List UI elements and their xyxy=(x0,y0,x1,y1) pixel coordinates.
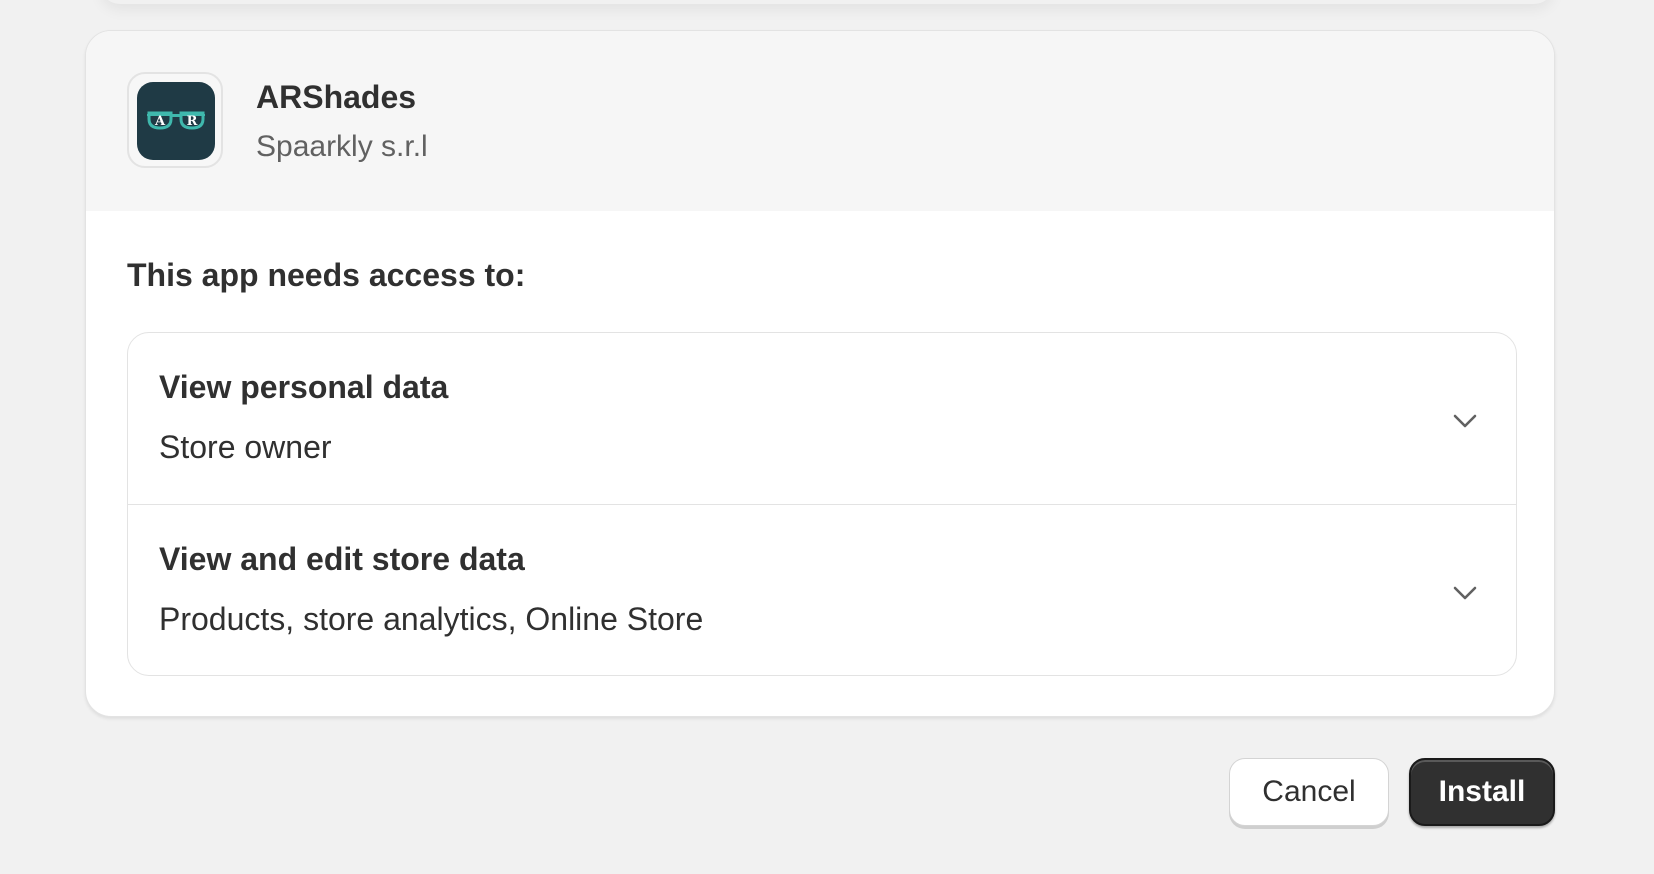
install-app-card: A R ARShades Spaarkly s.r.l This app nee… xyxy=(85,30,1555,717)
chevron-down-icon[interactable] xyxy=(1450,406,1480,436)
permission-store-data[interactable]: View and edit store data Products, store… xyxy=(128,505,1516,675)
permissions-list: View personal data Store owner View and … xyxy=(127,332,1517,676)
permission-title: View and edit store data xyxy=(159,541,525,577)
permission-title: View personal data xyxy=(159,369,449,405)
chevron-down-icon[interactable] xyxy=(1450,578,1480,608)
app-header: A R ARShades Spaarkly s.r.l xyxy=(86,31,1554,211)
logo-letter-r: R xyxy=(187,114,198,129)
permission-personal-data[interactable]: View personal data Store owner xyxy=(128,333,1516,505)
logo-letter-a: A xyxy=(154,114,166,129)
permission-description: Products, store analytics, Online Store xyxy=(159,601,704,637)
app-icon-frame: A R xyxy=(127,72,223,168)
permission-description: Store owner xyxy=(159,429,332,465)
app-developer: Spaarkly s.r.l xyxy=(256,130,428,163)
previous-card-edge xyxy=(100,0,1554,4)
cancel-button[interactable]: Cancel xyxy=(1229,758,1389,826)
glasses-logo-icon: A R xyxy=(137,82,215,160)
app-name: ARShades xyxy=(256,79,417,115)
install-button[interactable]: Install xyxy=(1409,758,1555,826)
access-heading: This app needs access to: xyxy=(127,257,526,293)
